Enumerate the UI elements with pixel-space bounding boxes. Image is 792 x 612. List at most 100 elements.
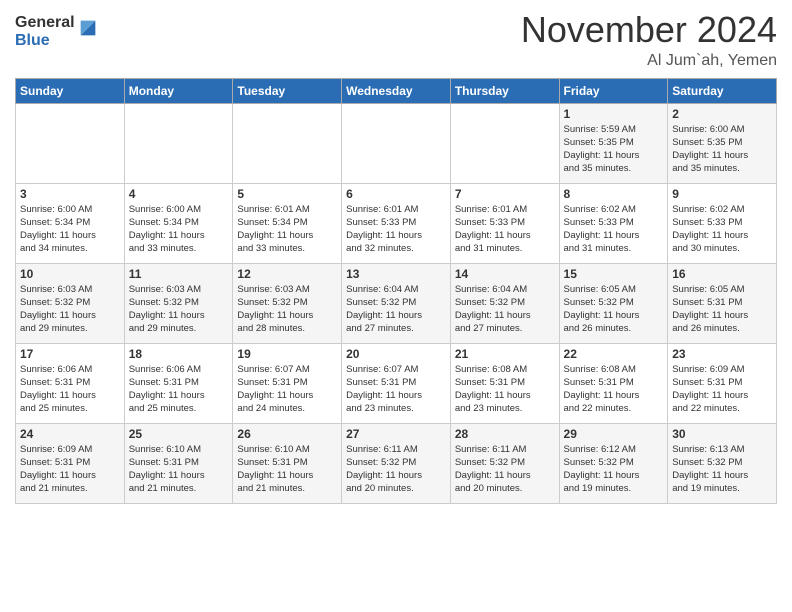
logo-blue: Blue [15,32,75,50]
day-info-9: Sunrise: 6:02 AM Sunset: 5:33 PM Dayligh… [672,204,748,255]
day-cell-2: 2Sunrise: 6:00 AM Sunset: 5:35 PM Daylig… [668,103,777,183]
title-block: November 2024 Al Jum`ah, Yemen [521,10,777,70]
day-info-8: Sunrise: 6:02 AM Sunset: 5:33 PM Dayligh… [564,204,640,255]
day-cell-15: 15Sunrise: 6:05 AM Sunset: 5:32 PM Dayli… [559,263,668,343]
day-cell-21: 21 Sunrise: 6:08 AM Sunset: 5:31 PM Dayli… [450,343,559,423]
day-number-13: 13 [346,267,446,281]
day-number-1: 1 [564,107,664,121]
day-cell-5: 5 Sunrise: 6:01 AM Sunset: 5:34 PM Daylig… [233,183,342,263]
day-info-18: Sunrise: 6:06 AM Sunset: 5:31 PM Dayligh… [129,364,205,415]
day-cell-4: 4 Sunrise: 6:00 AM Sunset: 5:34 PM Daylig… [124,183,233,263]
day-cell-13: 13Sunrise: 6:04 AM Sunset: 5:32 PM Dayli… [342,263,451,343]
day-cell-12: 12 Sunrise: 6:03 AM Sunset: 5:32 PM Dayli… [233,263,342,343]
weekday-header-monday: Monday [124,78,233,103]
day-cell-23: 23 Sunrise: 6:09 AM Sunset: 5:31 PM Dayli… [668,343,777,423]
day-number-8: 8 [564,187,664,201]
day-cell-10: 10 Sunrise: 6:03 AM Sunset: 5:32 PM Dayli… [16,263,125,343]
day-info-17: Sunrise: 6:06 AM Sunset: 5:31 PM Dayligh… [20,364,96,415]
day-number-2: 2 [672,107,772,121]
day-number-5: 5 [237,187,337,201]
day-cell-22: 22Sunrise: 6:08 AM Sunset: 5:31 PM Dayli… [559,343,668,423]
day-info-11: Sunrise: 6:03 AM Sunset: 5:32 PM Dayligh… [129,284,205,335]
day-info-30: Sunrise: 6:13 AM Sunset: 5:32 PM Dayligh… [672,444,748,495]
day-number-30: 30 [672,427,772,441]
day-cell-7: 7Sunrise: 6:01 AM Sunset: 5:33 PM Daylig… [450,183,559,263]
day-number-10: 10 [20,267,120,281]
week-row-2: 3 Sunrise: 6:00 AM Sunset: 5:34 PM Daylig… [16,183,777,263]
header: General Blue November 2024 Al Jum`ah, Ye… [15,10,777,70]
day-info-27: Sunrise: 6:11 AM Sunset: 5:32 PM Dayligh… [346,444,422,495]
day-number-12: 12 [237,267,337,281]
day-cell-27: 27Sunrise: 6:11 AM Sunset: 5:32 PM Dayli… [342,423,451,503]
day-cell-3: 3 Sunrise: 6:00 AM Sunset: 5:34 PM Daylig… [16,183,125,263]
day-number-14: 14 [455,267,555,281]
empty-cell [124,103,233,183]
day-cell-11: 11 Sunrise: 6:03 AM Sunset: 5:32 PM Dayli… [124,263,233,343]
day-cell-14: 14 Sunrise: 6:04 AM Sunset: 5:32 PM Dayli… [450,263,559,343]
day-number-25: 25 [129,427,229,441]
page: General Blue November 2024 Al Jum`ah, Ye… [0,0,792,612]
empty-cell [233,103,342,183]
day-cell-30: 30 Sunrise: 6:13 AM Sunset: 5:32 PM Dayli… [668,423,777,503]
day-info-19: Sunrise: 6:07 AM Sunset: 5:31 PM Dayligh… [237,364,313,415]
weekday-header-thursday: Thursday [450,78,559,103]
day-cell-29: 29 Sunrise: 6:12 AM Sunset: 5:32 PM Dayli… [559,423,668,503]
logo-general: General [15,14,75,32]
day-number-21: 21 [455,347,555,361]
day-cell-28: 28Sunrise: 6:11 AM Sunset: 5:32 PM Dayli… [450,423,559,503]
logo-text: General Blue [15,14,75,49]
day-info-1: Sunrise: 5:59 AM Sunset: 5:35 PM Dayligh… [564,124,640,175]
day-cell-19: 19 Sunrise: 6:07 AM Sunset: 5:31 PM Dayli… [233,343,342,423]
day-info-16: Sunrise: 6:05 AM Sunset: 5:31 PM Dayligh… [672,284,748,335]
logo-icon [77,17,99,39]
day-number-22: 22 [564,347,664,361]
empty-cell [450,103,559,183]
day-info-20: Sunrise: 6:07 AM Sunset: 5:31 PM Dayligh… [346,364,422,415]
empty-cell [16,103,125,183]
weekday-header-saturday: Saturday [668,78,777,103]
day-info-6: Sunrise: 6:01 AM Sunset: 5:33 PM Dayligh… [346,204,422,255]
day-number-18: 18 [129,347,229,361]
day-number-3: 3 [20,187,120,201]
day-number-19: 19 [237,347,337,361]
day-cell-8: 8 Sunrise: 6:02 AM Sunset: 5:33 PM Daylig… [559,183,668,263]
day-cell-24: 24 Sunrise: 6:09 AM Sunset: 5:31 PM Dayli… [16,423,125,503]
day-number-29: 29 [564,427,664,441]
day-info-10: Sunrise: 6:03 AM Sunset: 5:32 PM Dayligh… [20,284,96,335]
day-number-20: 20 [346,347,446,361]
day-info-4: Sunrise: 6:00 AM Sunset: 5:34 PM Dayligh… [129,204,205,255]
empty-cell [342,103,451,183]
day-cell-6: 6Sunrise: 6:01 AM Sunset: 5:33 PM Daylig… [342,183,451,263]
day-info-12: Sunrise: 6:03 AM Sunset: 5:32 PM Dayligh… [237,284,313,335]
day-number-11: 11 [129,267,229,281]
day-number-23: 23 [672,347,772,361]
day-info-28: Sunrise: 6:11 AM Sunset: 5:32 PM Dayligh… [455,444,531,495]
day-number-17: 17 [20,347,120,361]
day-info-14: Sunrise: 6:04 AM Sunset: 5:32 PM Dayligh… [455,284,531,335]
day-cell-1: 1 Sunrise: 5:59 AM Sunset: 5:35 PM Daylig… [559,103,668,183]
month-title: November 2024 [521,10,777,50]
day-cell-25: 25Sunrise: 6:10 AM Sunset: 5:31 PM Dayli… [124,423,233,503]
day-cell-18: 18 Sunrise: 6:06 AM Sunset: 5:31 PM Dayli… [124,343,233,423]
day-cell-9: 9 Sunrise: 6:02 AM Sunset: 5:33 PM Daylig… [668,183,777,263]
weekday-header-sunday: Sunday [16,78,125,103]
day-info-23: Sunrise: 6:09 AM Sunset: 5:31 PM Dayligh… [672,364,748,415]
day-info-24: Sunrise: 6:09 AM Sunset: 5:31 PM Dayligh… [20,444,96,495]
logo: General Blue [15,14,99,49]
day-number-24: 24 [20,427,120,441]
week-row-5: 24 Sunrise: 6:09 AM Sunset: 5:31 PM Dayli… [16,423,777,503]
day-cell-16: 16 Sunrise: 6:05 AM Sunset: 5:31 PM Dayli… [668,263,777,343]
weekday-header-wednesday: Wednesday [342,78,451,103]
day-number-9: 9 [672,187,772,201]
day-info-3: Sunrise: 6:00 AM Sunset: 5:34 PM Dayligh… [20,204,96,255]
weekday-header-friday: Friday [559,78,668,103]
day-info-29: Sunrise: 6:12 AM Sunset: 5:32 PM Dayligh… [564,444,640,495]
day-cell-20: 20 Sunrise: 6:07 AM Sunset: 5:31 PM Dayli… [342,343,451,423]
day-info-15: Sunrise: 6:05 AM Sunset: 5:32 PM Dayligh… [564,284,640,335]
day-cell-17: 17 Sunrise: 6:06 AM Sunset: 5:31 PM Dayli… [16,343,125,423]
day-info-21: Sunrise: 6:08 AM Sunset: 5:31 PM Dayligh… [455,364,531,415]
day-info-7: Sunrise: 6:01 AM Sunset: 5:33 PM Dayligh… [455,204,531,255]
day-info-5: Sunrise: 6:01 AM Sunset: 5:34 PM Dayligh… [237,204,313,255]
day-number-4: 4 [129,187,229,201]
day-number-16: 16 [672,267,772,281]
